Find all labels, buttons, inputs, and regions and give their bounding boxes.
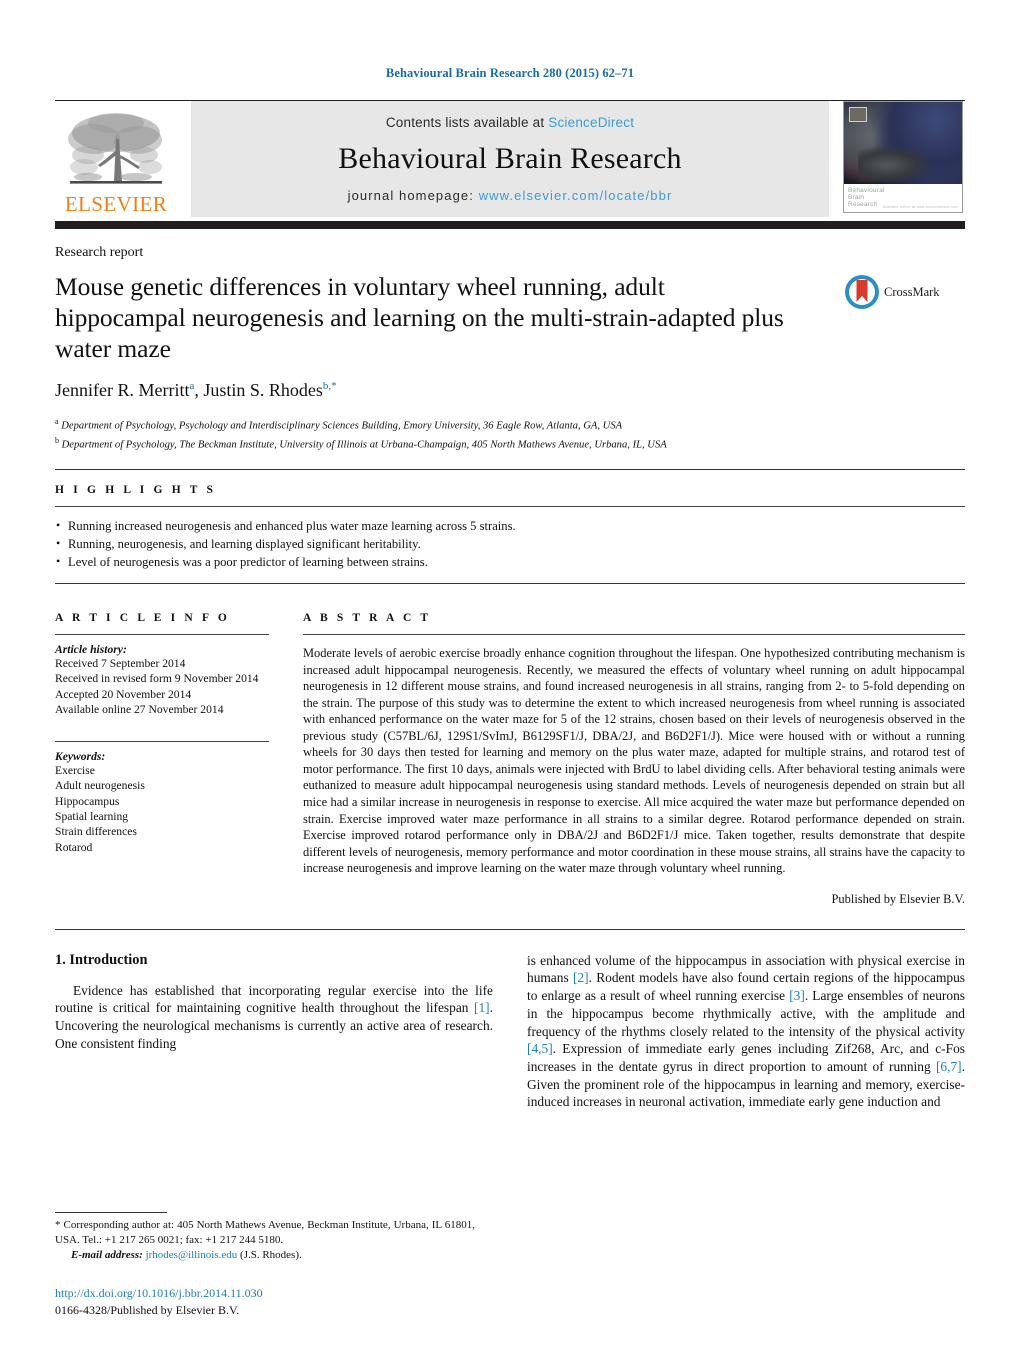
abstract-heading: A B S T R A C T (303, 612, 432, 625)
list-item: Level of neurogenesis was a poor predict… (55, 552, 965, 571)
abstract-publisher-note: Published by Elsevier B.V. (831, 891, 965, 906)
article-info-rule (55, 634, 269, 636)
email-label: E-mail address: (71, 1249, 143, 1262)
keyword-item: Rotarod (55, 840, 93, 854)
title-block: Mouse genetic differences in voluntary w… (55, 271, 845, 364)
author-1: Jennifer R. Merritt (55, 380, 190, 400)
affiliation-a: a Department of Psychology, Psychology a… (55, 415, 965, 434)
keyword-item: Spatial learning (55, 809, 129, 823)
article-history-item: Received in revised form 9 November 2014 (55, 672, 259, 686)
journal-cover-thumbnail: Behavioural Brain Research available onl… (843, 101, 965, 217)
elsevier-wordmark: ELSEVIER (64, 192, 168, 216)
body-column-left: 1. Introduction Evidence has established… (55, 952, 493, 1111)
keywords-rule (55, 740, 269, 742)
running-head: Behavioural Brain Research 280 (2015) 62… (385, 66, 635, 80)
reference-link-4-5[interactable]: [4,5] (527, 1041, 553, 1056)
cover-label-line-2: Brain (848, 194, 865, 202)
article-history-item: Received 7 September 2014 (55, 657, 186, 671)
cover-title-label: Behavioural Brain Research available onl… (844, 184, 962, 212)
title-row: Mouse genetic differences in voluntary w… (55, 271, 965, 364)
contents-available-line: Contents lists available at ScienceDirec… (386, 115, 634, 130)
masthead-banner: Contents lists available at ScienceDirec… (191, 101, 829, 217)
cover-artwork-image (844, 102, 962, 186)
affiliation-b-text: Department of Psychology, The Beckman In… (61, 439, 667, 451)
article-first-page: Behavioural Brain Research 280 (2015) 62… (0, 0, 1020, 1351)
reference-link-2[interactable]: [2] (573, 970, 589, 985)
info-and-abstract: A R T I C L E I N F O Article history: R… (55, 598, 965, 907)
article-history-label: Article history: (55, 643, 127, 657)
keyword-item: Adult neurogenesis (55, 779, 145, 793)
crossmark-label: CrossMark (884, 284, 940, 299)
divider-below-abstract (55, 928, 965, 930)
cover-inset-thumbnail (849, 107, 867, 122)
crossmark-icon (845, 275, 879, 309)
email-note: E-mail address: jrhodes@illinois.edu (J.… (55, 1248, 475, 1263)
contents-prefix: Contents lists available at (385, 115, 549, 130)
abstract-text: Moderate levels of aerobic exercise broa… (303, 646, 965, 876)
elsevier-tree-icon (68, 113, 162, 184)
intro-paragraph-left: Evidence has established that incorporat… (55, 982, 493, 1053)
divider-below-highlights (55, 583, 965, 585)
sciencedirect-link[interactable]: ScienceDirect (548, 115, 634, 130)
crossmark-badge[interactable]: CrossMark (845, 271, 965, 309)
article-history-item: Available online 27 November 2014 (55, 703, 224, 717)
crossmark-ribbon-icon (856, 280, 868, 302)
affiliation-a-marker: a (55, 417, 59, 426)
intro-text-a: Evidence has established that incorporat… (55, 982, 493, 1016)
divider-above-highlights (55, 469, 965, 471)
journal-homepage-line: journal homepage: www.elsevier.com/locat… (348, 188, 673, 203)
journal-masthead: ELSEVIER Contents lists available at Sci… (55, 101, 965, 217)
reference-link-1[interactable]: [1] (474, 1000, 490, 1015)
cover-label-subtext: available online at www.sciencedirect.co… (882, 205, 958, 209)
article-type: Research report (55, 245, 144, 260)
article-history-item: Accepted 20 November 2014 (55, 687, 192, 701)
cover-label-line-1: Behavioural (848, 187, 885, 194)
reference-link-3[interactable]: [3] (789, 988, 805, 1003)
reference-link-6-7[interactable]: [6,7] (936, 1059, 962, 1074)
author-2-affiliation-marker[interactable]: b,* (323, 380, 337, 392)
affiliation-a-text: Department of Psychology, Psychology and… (61, 420, 623, 432)
body-column-right: is enhanced volume of the hippocampus in… (527, 952, 965, 1111)
intro-paragraph-right: is enhanced volume of the hippocampus in… (527, 952, 965, 1111)
body-columns: 1. Introduction Evidence has established… (55, 952, 965, 1111)
footnote-rule (55, 1212, 167, 1214)
doi-link[interactable]: http://dx.doi.org/10.1016/j.bbr.2014.11.… (55, 1286, 263, 1301)
elsevier-logo: ELSEVIER (55, 101, 177, 217)
intro-col2-d: . Expression of immediate early genes in… (527, 1041, 965, 1074)
section-heading-introduction: 1. Introduction (55, 951, 148, 968)
footnote-block: * Corresponding author at: 405 North Mat… (55, 1212, 475, 1263)
email-link[interactable]: jrhodes@illinois.edu (146, 1249, 238, 1261)
cover-box: Behavioural Brain Research available onl… (843, 101, 963, 213)
highlights-list: Running increased neurogenesis and enhan… (55, 516, 965, 571)
journal-homepage-link[interactable]: www.elsevier.com/locate/bbr (479, 188, 673, 203)
list-item: Running increased neurogenesis and enhan… (55, 516, 965, 535)
page-title: Mouse genetic differences in voluntary w… (55, 272, 784, 363)
keyword-item: Exercise (55, 763, 95, 777)
corresponding-author-note: * Corresponding author at: 405 North Mat… (55, 1218, 475, 1247)
list-item: Running, neurogenesis, and learning disp… (55, 534, 965, 553)
highlights-rule (55, 506, 965, 508)
corresponding-author-text: Corresponding author at: 405 North Mathe… (55, 1219, 475, 1246)
email-owner: (J.S. Rhodes). (240, 1249, 302, 1262)
highlights-heading: H I G H L I G H T S (55, 484, 217, 497)
issn-line: 0166-4328/Published by Elsevier B.V. (55, 1303, 240, 1317)
affiliation-b-marker: b (55, 436, 59, 446)
keywords-label: Keywords: (55, 749, 106, 763)
abstract-column: A B S T R A C T Moderate levels of aerob… (303, 598, 965, 907)
doi-block: http://dx.doi.org/10.1016/j.bbr.2014.11.… (55, 1286, 263, 1319)
masthead-bottom-rule (55, 221, 965, 229)
keyword-item: Hippocampus (55, 794, 120, 808)
keyword-item: Strain differences (55, 825, 137, 839)
article-info-heading: A R T I C L E I N F O (55, 612, 230, 625)
author-list: Jennifer R. Merritta, Justin S. Rhodesb,… (55, 380, 337, 400)
affiliations: a Department of Psychology, Psychology a… (55, 415, 965, 453)
author-2: Justin S. Rhodes (203, 380, 323, 400)
article-info-column: A R T I C L E I N F O Article history: R… (55, 598, 303, 907)
homepage-prefix: journal homepage: (347, 188, 479, 203)
author-1-affiliation-marker[interactable]: a (189, 380, 194, 392)
affiliation-b: b Department of Psychology, The Beckman … (55, 434, 965, 453)
abstract-rule (303, 634, 965, 636)
journal-title: Behavioural Brain Research (338, 142, 682, 175)
